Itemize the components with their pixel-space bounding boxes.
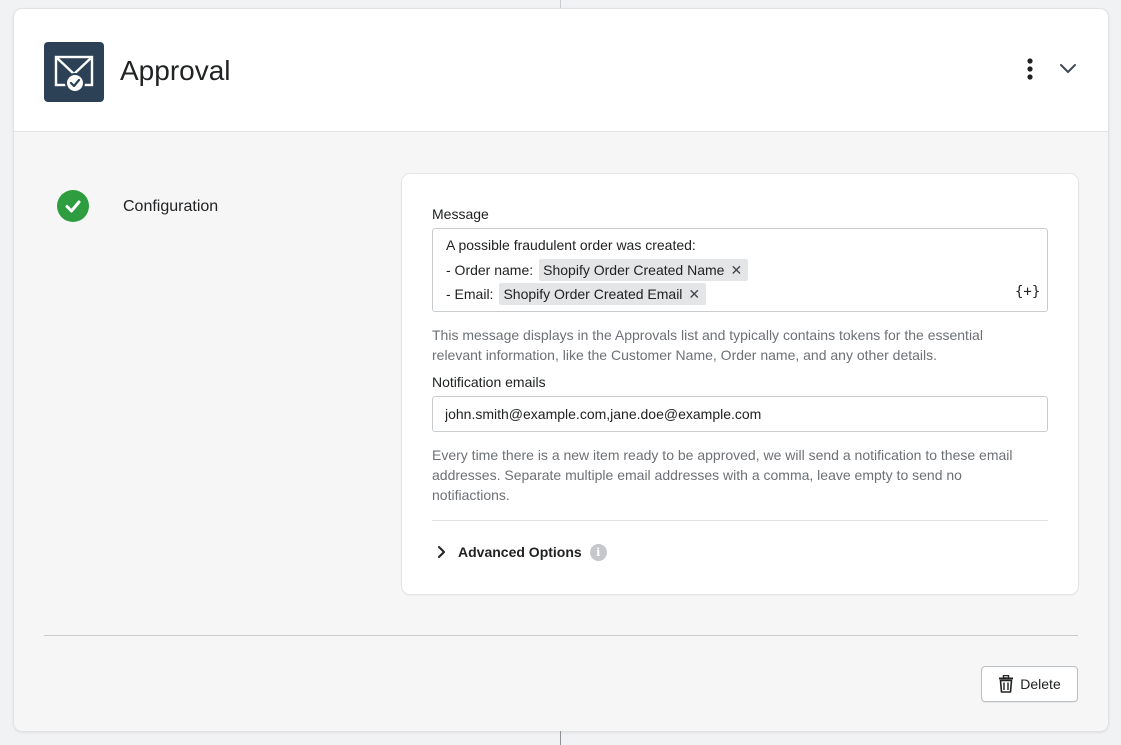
vertical-dots-icon	[1027, 58, 1033, 80]
message-editor[interactable]: A possible fraudulent order was created:…	[432, 228, 1048, 312]
trash-icon	[999, 675, 1014, 693]
card-header: Approval	[14, 9, 1108, 132]
token-label: Shopify Order Created Name	[543, 262, 725, 278]
configuration-panel: Message A possible fraudulent order was …	[402, 174, 1078, 594]
delete-button-label: Delete	[1020, 676, 1061, 692]
approval-step-card: Approval Configuration Message A possibl…	[14, 9, 1108, 731]
footer-divider	[44, 635, 1078, 636]
message-help-text: This message displays in the Approvals l…	[432, 327, 983, 343]
more-actions-button[interactable]	[1020, 55, 1040, 85]
message-text: - Email:	[446, 286, 494, 302]
notification-help-text: notifiactions.	[432, 487, 510, 503]
message-line: A possible fraudulent order was created:	[446, 237, 696, 253]
advanced-options-toggle[interactable]: Advanced Options i	[436, 542, 607, 562]
message-help-text: relevant information, like the Customer …	[432, 347, 938, 363]
check-circle-icon	[57, 190, 89, 222]
remove-token-icon[interactable]: ✕	[730, 263, 742, 277]
message-text: - Order name:	[446, 262, 534, 278]
info-icon[interactable]: i	[589, 543, 607, 561]
token-label: Shopify Order Created Email	[503, 286, 683, 302]
remove-token-icon[interactable]: ✕	[688, 287, 700, 301]
notification-emails-input[interactable]	[432, 396, 1048, 432]
message-label: Message	[432, 206, 489, 222]
flow-connector-bottom	[560, 731, 561, 745]
step-label: Configuration	[123, 198, 219, 215]
notification-help-text: Every time there is a new item ready to …	[432, 447, 1013, 463]
insert-token-button[interactable]: {+}	[1015, 284, 1040, 300]
message-line: - Order name: Shopify Order Created Name…	[446, 259, 749, 281]
collapse-button[interactable]	[1056, 57, 1080, 81]
chevron-right-icon	[438, 546, 445, 558]
message-line: - Email: Shopify Order Created Email ✕	[446, 283, 707, 305]
notification-help-text: addresses. Separate multiple email addre…	[432, 467, 962, 483]
notification-emails-label: Notification emails	[432, 374, 546, 390]
delete-button[interactable]: Delete	[981, 666, 1078, 702]
section-divider	[432, 520, 1048, 521]
advanced-options-label: Advanced Options	[458, 544, 582, 560]
token-chip[interactable]: Shopify Order Created Name ✕	[539, 259, 749, 281]
token-chip[interactable]: Shopify Order Created Email ✕	[499, 283, 707, 305]
chevron-down-icon	[1060, 64, 1076, 73]
approval-envelope-icon	[44, 42, 104, 102]
page-title: Approval	[120, 55, 231, 86]
